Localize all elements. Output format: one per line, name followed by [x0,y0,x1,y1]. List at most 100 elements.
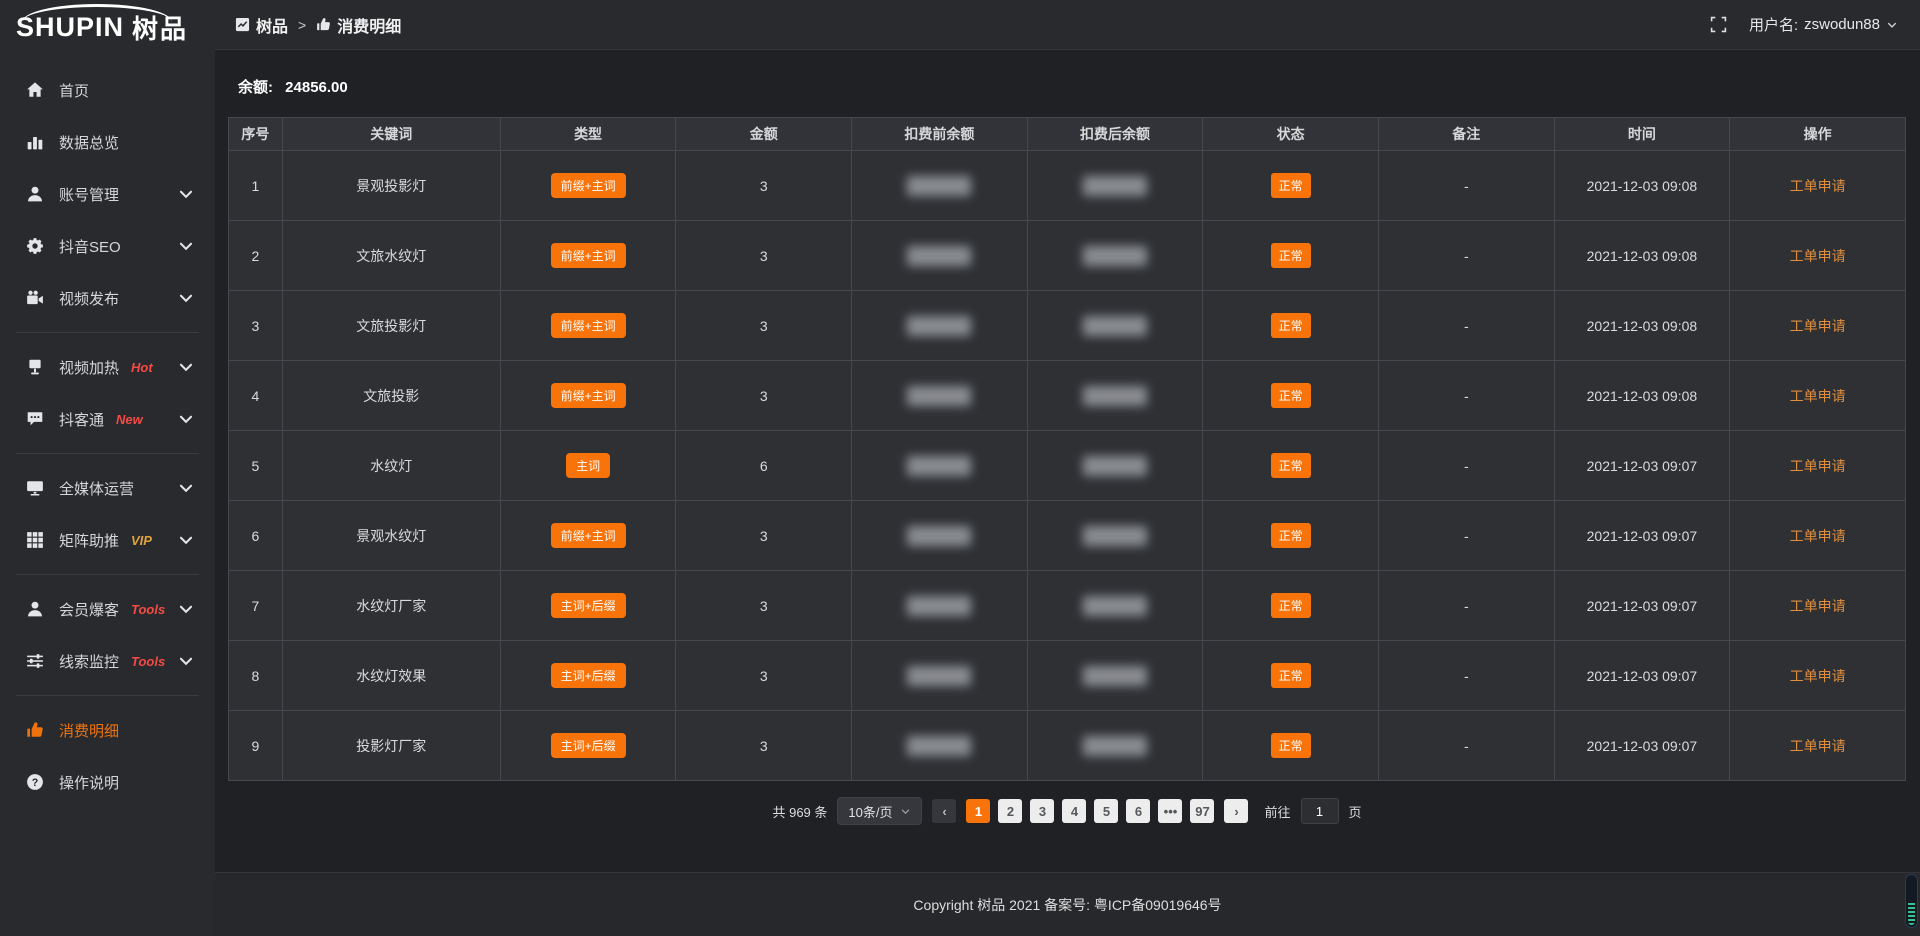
action-link[interactable]: 工单申请 [1790,528,1846,544]
masked-balance-after [1083,736,1147,756]
logo: SHUPIN 树品 [0,0,215,54]
cell-type: 前缀+主词 [500,501,676,571]
cell-balance-after [1027,151,1203,221]
masked-balance-before [907,316,971,336]
sidebar-item-label: 抖音SEO [59,236,121,257]
action-link[interactable]: 工单申请 [1790,668,1846,684]
cell-type: 前缀+主词 [500,151,676,221]
page-button-2[interactable]: 2 [998,799,1022,823]
cell-type: 前缀+主词 [500,291,676,361]
cell-balance-after [1027,501,1203,571]
table-row: 3文旅投影灯前缀+主词3正常-2021-12-03 09:08工单申请 [229,291,1906,361]
cell-balance-before [852,151,1028,221]
sidebar-item-member-baoke[interactable]: 会员爆客Tools [0,583,215,635]
user-icon [26,185,44,203]
sidebar-item-badge: Tools [131,654,165,669]
cell-action: 工单申请 [1730,641,1906,711]
cell-remark: - [1378,361,1554,431]
status-badge: 正常 [1271,733,1311,758]
cell-amount: 3 [676,571,852,641]
cell-type: 主词+后缀 [500,711,676,781]
page-button-4[interactable]: 4 [1062,799,1086,823]
sidebar-item-label: 视频发布 [59,288,119,309]
cell-index: 2 [229,221,283,291]
action-link[interactable]: 工单申请 [1790,178,1846,194]
sidebar-item-badge: VIP [131,533,152,548]
chevron-down-icon [177,479,195,497]
sidebar-item-douyin-seo[interactable]: 抖音SEO [0,220,215,272]
sidebar-item-label: 操作说明 [59,772,119,793]
page-button-3[interactable]: 3 [1030,799,1054,823]
page-button-1[interactable]: 1 [966,799,990,823]
sidebar-item-home[interactable]: 首页 [0,64,215,116]
cell-balance-after [1027,641,1203,711]
cell-index: 4 [229,361,283,431]
breadcrumb-item-spend-detail[interactable]: 消费明细 [316,13,401,37]
sidebar-item-data-overview[interactable]: 数据总览 [0,116,215,168]
sidebar-item-matrix-boost[interactable]: 矩阵助推VIP [0,514,215,566]
home-icon [26,81,44,99]
cell-index: 8 [229,641,283,711]
action-link[interactable]: 工单申请 [1790,388,1846,404]
page-size-select[interactable]: 10条/页 [837,797,922,825]
sidebar-item-clue-monitor[interactable]: 线索监控Tools [0,635,215,687]
type-badge: 主词+后缀 [551,733,626,758]
sidebar-item-spend-detail[interactable]: 消费明细 [0,704,215,756]
topbar-right: 用户名: zswodun88 [1710,14,1898,35]
cell-balance-before [852,711,1028,781]
cell-remark: - [1378,221,1554,291]
type-badge: 主词+后缀 [551,593,626,618]
sidebar-item-label: 账号管理 [59,184,119,205]
fullscreen-icon[interactable] [1710,16,1727,33]
table-row: 7水纹灯厂家主词+后缀3正常-2021-12-03 09:07工单申请 [229,571,1906,641]
column-header: 类型 [500,118,676,151]
cell-amount: 3 [676,501,852,571]
page-button-6[interactable]: 6 [1126,799,1150,823]
goto-page-input[interactable] [1301,798,1339,824]
action-link[interactable]: 工单申请 [1790,248,1846,264]
spend-icon [26,721,44,739]
column-header: 金额 [676,118,852,151]
table-row: 9投影灯厂家主词+后缀3正常-2021-12-03 09:07工单申请 [229,711,1906,781]
user-menu[interactable]: 用户名: zswodun88 [1749,14,1898,35]
page-button-97[interactable]: 97 [1190,799,1214,823]
topbar: 树品 > 消费明细 用户名: zswodun88 [215,0,1920,50]
consumption-table: 序号关键词类型金额扣费前余额扣费后余额状态备注时间操作 1景观投影灯前缀+主词3… [228,117,1906,781]
table-row: 1景观投影灯前缀+主词3正常-2021-12-03 09:08工单申请 [229,151,1906,221]
status-badge: 正常 [1271,593,1311,618]
page-button-5[interactable]: 5 [1094,799,1118,823]
cell-keyword: 文旅水纹灯 [282,221,500,291]
action-link[interactable]: 工单申请 [1790,738,1846,754]
cell-amount: 3 [676,151,852,221]
balance-label: 余额: [238,79,273,96]
masked-balance-before [907,456,971,476]
sidebar-item-video-publish[interactable]: 视频发布 [0,272,215,324]
next-page-button[interactable]: › [1224,799,1248,823]
corner-widget[interactable] [1905,874,1918,928]
sidebar-item-media-operation[interactable]: 全媒体运营 [0,462,215,514]
action-link[interactable]: 工单申请 [1790,458,1846,474]
cell-keyword: 文旅投影灯 [282,291,500,361]
cell-keyword: 水纹灯厂家 [282,571,500,641]
pagination: 共 969 条 10条/页 ‹ 123456•••97 › 前往 页 [228,797,1906,825]
sidebar-item-badge: Hot [131,360,153,375]
action-link[interactable]: 工单申请 [1790,318,1846,334]
sidebar-item-video-heat[interactable]: 视频加热Hot [0,341,215,393]
sidebar-item-help[interactable]: ?操作说明 [0,756,215,808]
masked-balance-before [907,526,971,546]
chevron-down-icon [177,531,195,549]
breadcrumb-item-shupin[interactable]: 树品 [235,13,288,37]
cell-balance-before [852,361,1028,431]
action-link[interactable]: 工单申请 [1790,598,1846,614]
chevron-down-icon [177,289,195,307]
cell-action: 工单申请 [1730,501,1906,571]
column-header: 序号 [229,118,283,151]
goto-suffix: 页 [1349,802,1362,821]
sidebar-item-account-manage[interactable]: 账号管理 [0,168,215,220]
page-ellipsis-button[interactable]: ••• [1158,799,1182,823]
status-badge: 正常 [1271,383,1311,408]
sidebar-item-douketong[interactable]: 抖客通New [0,393,215,445]
prev-page-button[interactable]: ‹ [932,799,956,823]
cell-balance-before [852,221,1028,291]
cell-time: 2021-12-03 09:07 [1554,571,1730,641]
